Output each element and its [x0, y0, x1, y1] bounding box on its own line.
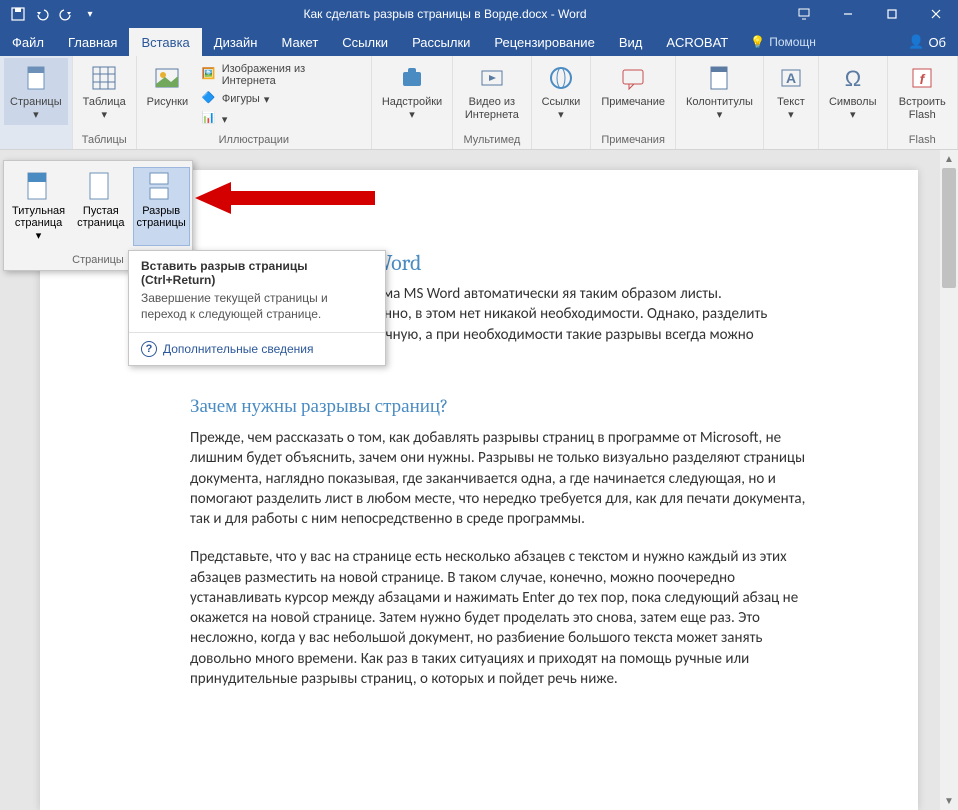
- pages-button[interactable]: Страницы▾: [4, 58, 68, 125]
- tab-file[interactable]: Файл: [0, 28, 56, 56]
- ribbon-options-icon[interactable]: [782, 0, 826, 28]
- symbol-icon: Ω: [837, 62, 869, 94]
- tooltip-description: Завершение текущей страницы и переход к …: [129, 291, 385, 332]
- tab-view[interactable]: Вид: [607, 28, 655, 56]
- blank-page-button[interactable]: Пустая страница: [73, 167, 128, 246]
- pictures-button[interactable]: Рисунки: [141, 58, 194, 113]
- tab-design[interactable]: Дизайн: [202, 28, 270, 56]
- more-icon: 📊: [202, 111, 218, 127]
- cover-page-button[interactable]: Титульная страница ▾: [8, 167, 69, 246]
- header-footer-button[interactable]: Колонтитулы▾: [680, 58, 759, 125]
- picture-icon: [151, 62, 183, 94]
- vertical-scrollbar[interactable]: ▲ ▼: [940, 150, 958, 810]
- scroll-up-icon[interactable]: ▲: [940, 150, 958, 168]
- quick-access-toolbar: ▾: [0, 4, 108, 24]
- undo-icon[interactable]: [32, 4, 52, 24]
- window-title: Как сделать разрыв страницы в Ворде.docx…: [108, 7, 782, 21]
- tab-references[interactable]: Ссылки: [330, 28, 400, 56]
- tooltip: Вставить разрыв страницы (Ctrl+Return) З…: [128, 250, 386, 366]
- lightbulb-icon: 💡: [750, 35, 765, 49]
- pages-icon: [20, 62, 52, 94]
- flash-icon: f: [906, 62, 938, 94]
- online-pictures-button[interactable]: 🖼️Изображения из Интернета: [200, 62, 363, 88]
- blank-page-icon: [85, 171, 117, 203]
- tab-home[interactable]: Главная: [56, 28, 129, 56]
- save-icon[interactable]: [8, 4, 28, 24]
- scroll-down-icon[interactable]: ▼: [940, 792, 958, 810]
- video-icon: [476, 62, 508, 94]
- tell-me-search[interactable]: 💡 Помощн: [740, 35, 826, 49]
- doc-paragraph: Прежде, чем рассказать о том, как добавл…: [190, 428, 808, 529]
- tab-review[interactable]: Рецензирование: [482, 28, 606, 56]
- embed-flash-button[interactable]: f Встроить Flash: [892, 58, 953, 125]
- text-button[interactable]: A Текст▾: [768, 58, 814, 125]
- maximize-icon[interactable]: [870, 0, 914, 28]
- redo-icon[interactable]: [56, 4, 76, 24]
- online-video-button[interactable]: Видео из Интернета: [457, 58, 526, 125]
- shapes-icon: 🔷: [202, 91, 218, 107]
- tooltip-title: Вставить разрыв страницы (Ctrl+Return): [129, 251, 385, 291]
- svg-text:A: A: [786, 70, 796, 86]
- textbox-icon: A: [775, 62, 807, 94]
- minimize-icon[interactable]: [826, 0, 870, 28]
- cover-page-icon: [23, 171, 55, 203]
- tab-insert[interactable]: Вставка: [129, 28, 201, 56]
- table-button[interactable]: Таблица▾: [77, 58, 132, 125]
- qat-customize-icon[interactable]: ▾: [80, 4, 100, 24]
- help-icon: ?: [141, 341, 157, 357]
- svg-text:Ω: Ω: [844, 66, 860, 91]
- share-icon: 👤: [908, 34, 924, 50]
- scroll-thumb[interactable]: [942, 168, 956, 288]
- shapes-button[interactable]: 🔷Фигуры ▾: [200, 90, 363, 108]
- annotation-arrow: [195, 178, 375, 218]
- titlebar: ▾ Как сделать разрыв страницы в Ворде.do…: [0, 0, 958, 28]
- doc-paragraph: Представьте, что у вас на странице есть …: [190, 547, 808, 689]
- addins-icon: [396, 62, 428, 94]
- symbols-button[interactable]: Ω Символы▾: [823, 58, 883, 125]
- link-icon: [545, 62, 577, 94]
- page-break-icon: [145, 171, 177, 203]
- tab-acrobat[interactable]: ACROBAT: [654, 28, 740, 56]
- comment-icon: [617, 62, 649, 94]
- links-button[interactable]: Ссылки▾: [536, 58, 587, 125]
- online-picture-icon: 🖼️: [202, 67, 218, 83]
- tab-mailings[interactable]: Рассылки: [400, 28, 482, 56]
- close-icon[interactable]: [914, 0, 958, 28]
- tab-layout[interactable]: Макет: [269, 28, 330, 56]
- ribbon: Страницы▾ Страницы Таблица▾ Таблицы Рису…: [0, 56, 958, 150]
- tooltip-more-link[interactable]: ? Дополнительные сведения: [129, 332, 385, 365]
- page-break-button[interactable]: Разрыв страницы: [133, 167, 190, 246]
- ribbon-tabs: Файл Главная Вставка Дизайн Макет Ссылки…: [0, 28, 958, 56]
- doc-heading-2: Зачем нужны разрывы страниц?: [190, 395, 808, 418]
- addins-button[interactable]: Надстройки▾: [376, 58, 448, 125]
- comment-button[interactable]: Примечание: [595, 58, 671, 113]
- table-icon: [88, 62, 120, 94]
- share-button[interactable]: 👤 Об: [896, 34, 958, 50]
- header-icon: [703, 62, 735, 94]
- more-illus-button[interactable]: 📊▾: [200, 110, 363, 128]
- window-controls: [782, 0, 958, 28]
